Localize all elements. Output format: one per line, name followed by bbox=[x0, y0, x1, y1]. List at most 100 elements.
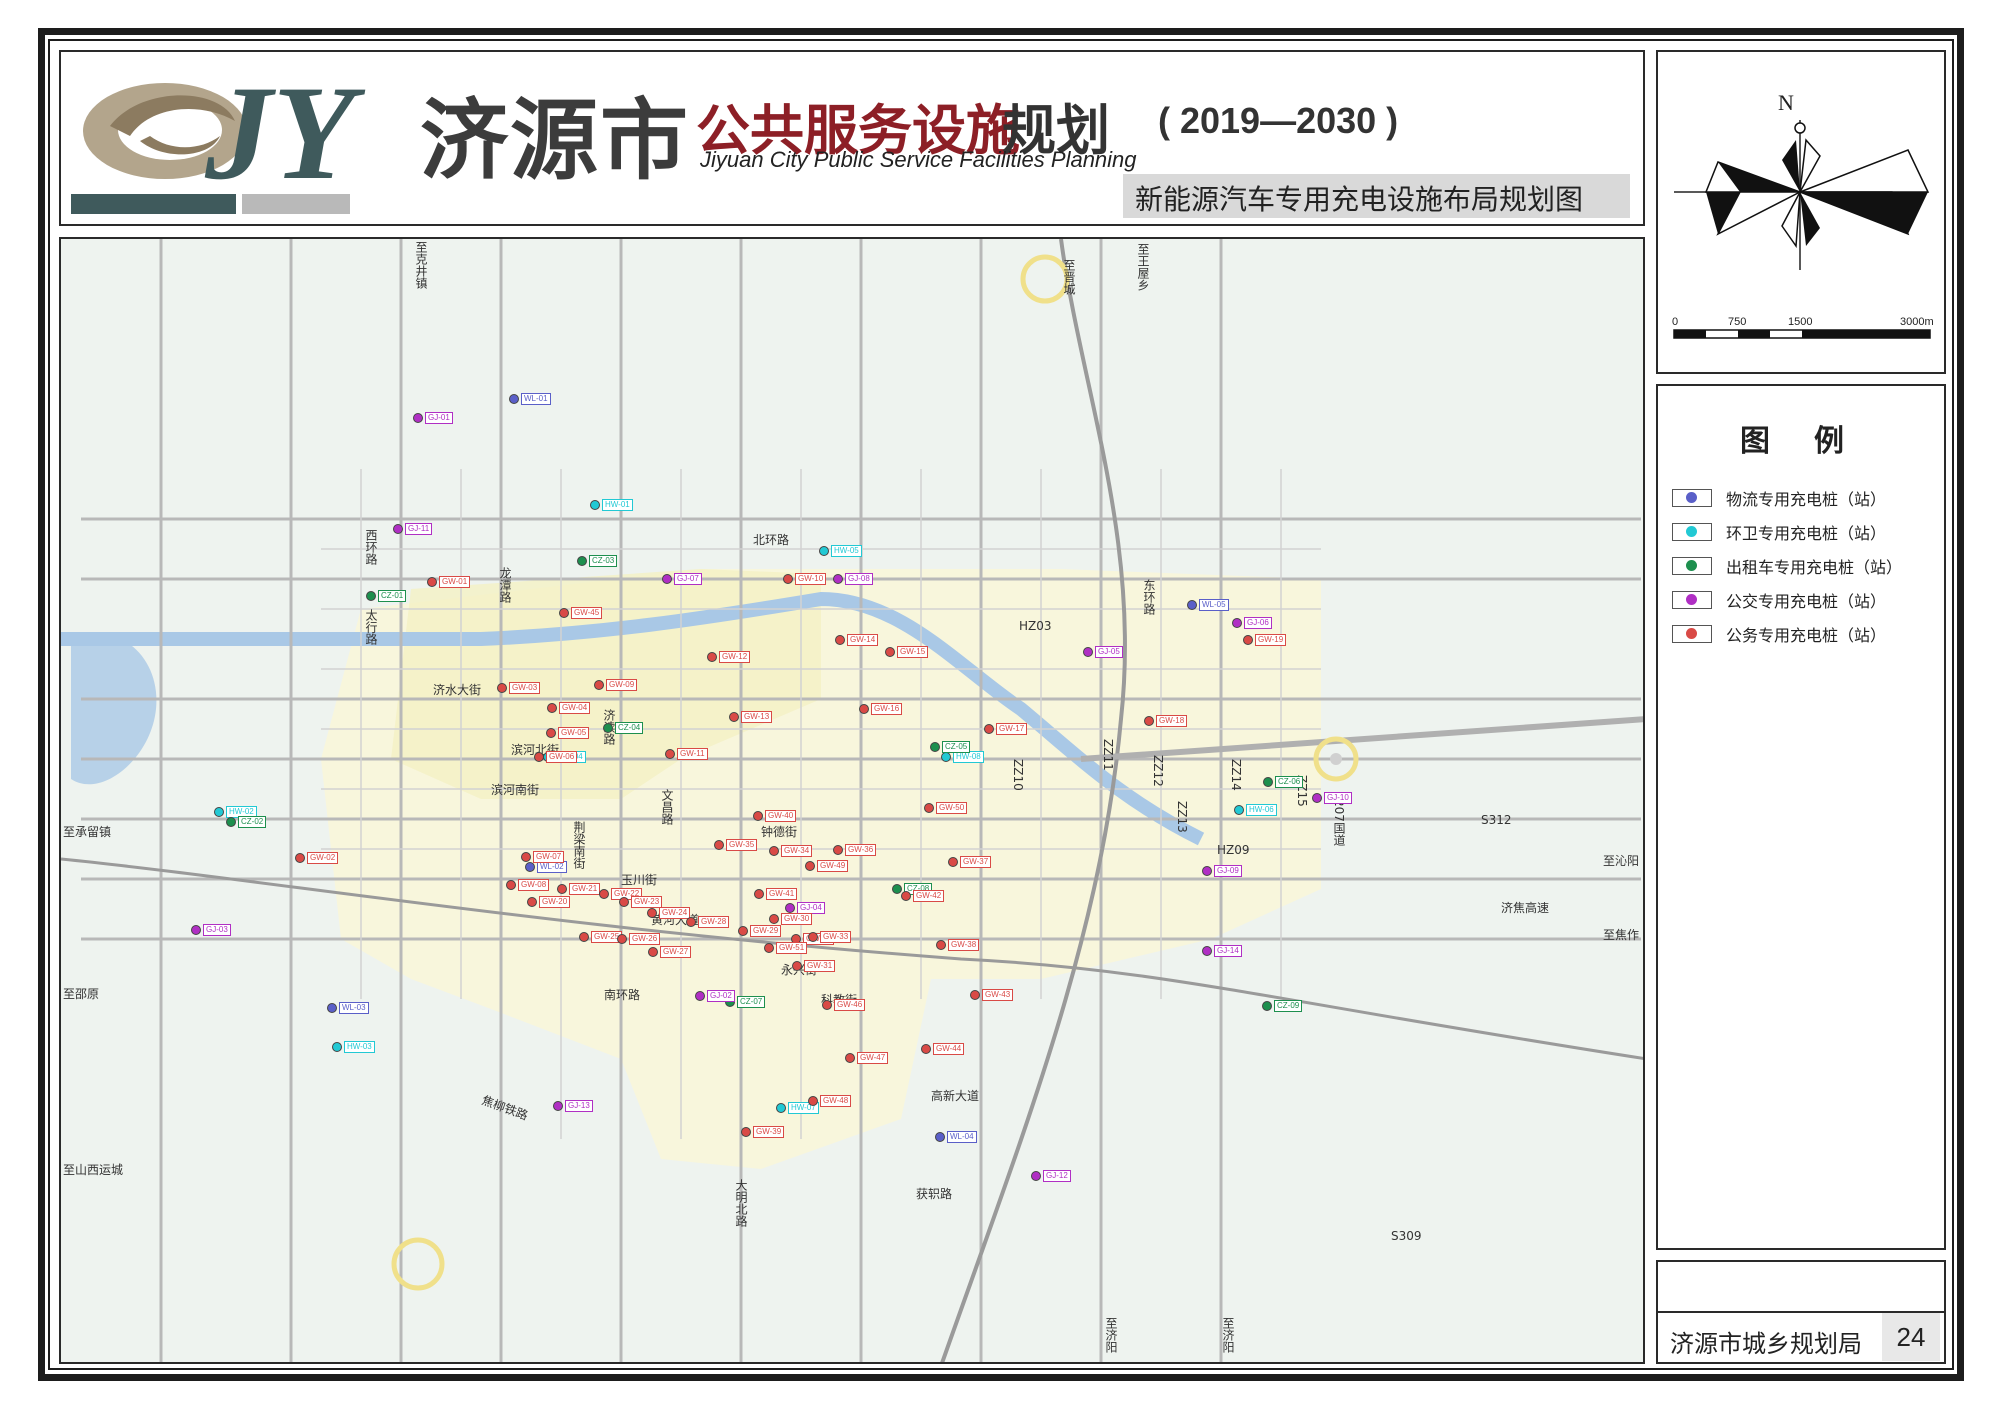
official-station-marker[interactable] bbox=[948, 857, 958, 867]
official-station-marker[interactable] bbox=[295, 853, 305, 863]
bus-station-marker[interactable] bbox=[413, 413, 423, 423]
official-station-marker[interactable] bbox=[547, 703, 557, 713]
official-station-marker[interactable] bbox=[648, 947, 658, 957]
bus-station-marker[interactable] bbox=[1031, 1171, 1041, 1181]
official-station-marker[interactable] bbox=[617, 934, 627, 944]
bus-station-marker[interactable] bbox=[1312, 793, 1322, 803]
official-station-marker[interactable] bbox=[833, 845, 843, 855]
taxi-station-label: CZ-06 bbox=[1275, 776, 1304, 788]
official-station-marker[interactable] bbox=[805, 861, 815, 871]
taxi-station-marker[interactable] bbox=[226, 817, 236, 827]
official-station-marker[interactable] bbox=[619, 897, 629, 907]
official-station-marker[interactable] bbox=[808, 932, 818, 942]
taxi-station-marker[interactable] bbox=[603, 723, 613, 733]
logistics-station-marker[interactable] bbox=[935, 1132, 945, 1142]
official-station-label: GW-41 bbox=[766, 888, 798, 900]
official-station-marker[interactable] bbox=[738, 926, 748, 936]
sanitation-station-marker[interactable] bbox=[1234, 805, 1244, 815]
official-station-marker[interactable] bbox=[559, 608, 569, 618]
bus-station-marker[interactable] bbox=[1083, 647, 1093, 657]
official-station-marker[interactable] bbox=[753, 811, 763, 821]
bus-station-label: GJ-01 bbox=[425, 412, 453, 424]
official-station-marker[interactable] bbox=[665, 749, 675, 759]
official-station-marker[interactable] bbox=[579, 932, 589, 942]
official-station-marker[interactable] bbox=[845, 1053, 855, 1063]
official-station-marker[interactable] bbox=[647, 908, 657, 918]
official-station-marker[interactable] bbox=[506, 880, 516, 890]
official-station-marker[interactable] bbox=[859, 704, 869, 714]
bus-station-marker[interactable] bbox=[1202, 946, 1212, 956]
official-station-marker[interactable] bbox=[714, 840, 724, 850]
official-station-marker[interactable] bbox=[546, 728, 556, 738]
bus-station-marker[interactable] bbox=[662, 574, 672, 584]
official-station-marker[interactable] bbox=[924, 803, 934, 813]
taxi-station-marker[interactable] bbox=[1263, 777, 1273, 787]
bus-station-marker[interactable] bbox=[695, 991, 705, 1001]
official-station-marker[interactable] bbox=[792, 961, 802, 971]
sanitation-station-marker[interactable] bbox=[214, 807, 224, 817]
legend-label-official: 公务专用充电桩（站） bbox=[1726, 626, 1887, 645]
official-station-marker[interactable] bbox=[521, 852, 531, 862]
official-station-label: GW-45 bbox=[571, 607, 603, 619]
official-station-marker[interactable] bbox=[885, 647, 895, 657]
official-station-marker[interactable] bbox=[686, 917, 696, 927]
logistics-station-marker[interactable] bbox=[1187, 600, 1197, 610]
logo-letters: JY bbox=[204, 66, 366, 196]
official-station-marker[interactable] bbox=[783, 574, 793, 584]
official-station-marker[interactable] bbox=[707, 652, 717, 662]
official-station-marker[interactable] bbox=[936, 940, 946, 950]
official-station-marker[interactable] bbox=[808, 1096, 818, 1106]
logistics-station-marker[interactable] bbox=[525, 862, 535, 872]
official-station-label: GW-31 bbox=[804, 960, 836, 972]
official-station-marker[interactable] bbox=[1243, 635, 1253, 645]
bus-station-marker[interactable] bbox=[833, 574, 843, 584]
official-station-marker[interactable] bbox=[835, 635, 845, 645]
official-station-marker[interactable] bbox=[901, 891, 911, 901]
sanitation-station-marker[interactable] bbox=[941, 752, 951, 762]
official-station-label: GW-39 bbox=[753, 1126, 785, 1138]
bus-station-marker[interactable] bbox=[553, 1101, 563, 1111]
official-station-marker[interactable] bbox=[497, 683, 507, 693]
official-station-label: GW-30 bbox=[781, 913, 813, 925]
official-station-label: GW-50 bbox=[936, 802, 968, 814]
official-station-marker[interactable] bbox=[527, 897, 537, 907]
official-station-label: GW-23 bbox=[631, 896, 663, 908]
taxi-station-marker[interactable] bbox=[930, 742, 940, 752]
bus-station-marker[interactable] bbox=[1232, 618, 1242, 628]
logistics-station-marker[interactable] bbox=[509, 394, 519, 404]
official-station-marker[interactable] bbox=[594, 680, 604, 690]
official-station-marker[interactable] bbox=[534, 752, 544, 762]
official-station-marker[interactable] bbox=[769, 846, 779, 856]
bus-station-marker[interactable] bbox=[785, 903, 795, 913]
taxi-station-marker[interactable] bbox=[366, 591, 376, 601]
official-station-label: GW-46 bbox=[834, 999, 866, 1011]
logistics-station-marker[interactable] bbox=[327, 1003, 337, 1013]
official-station-marker[interactable] bbox=[1144, 716, 1154, 726]
bus-station-marker[interactable] bbox=[1202, 866, 1212, 876]
official-station-marker[interactable] bbox=[970, 990, 980, 1000]
bus-station-marker[interactable] bbox=[191, 925, 201, 935]
taxi-station-marker[interactable] bbox=[577, 556, 587, 566]
official-station-label: GW-44 bbox=[933, 1043, 965, 1055]
official-station-marker[interactable] bbox=[984, 724, 994, 734]
sanitation-station-marker[interactable] bbox=[332, 1042, 342, 1052]
legend-item-official: 公务专用充电桩（站） bbox=[1672, 622, 1886, 646]
official-station-marker[interactable] bbox=[427, 577, 437, 587]
official-station-marker[interactable] bbox=[754, 889, 764, 899]
official-station-marker[interactable] bbox=[822, 1000, 832, 1010]
official-station-marker[interactable] bbox=[769, 914, 779, 924]
sanitation-station-marker[interactable] bbox=[776, 1103, 786, 1113]
sanitation-station-marker[interactable] bbox=[590, 500, 600, 510]
map-panel[interactable]: 至克井镇 至晋城 至王屋乡 至承留镇 至沁阳 至焦作 至邵原 至山西运城 至济阳… bbox=[59, 237, 1645, 1364]
taxi-station-marker[interactable] bbox=[892, 884, 902, 894]
sanitation-station-marker[interactable] bbox=[819, 546, 829, 556]
official-station-marker[interactable] bbox=[921, 1044, 931, 1054]
taxi-station-marker[interactable] bbox=[1262, 1001, 1272, 1011]
official-station-marker[interactable] bbox=[557, 884, 567, 894]
official-station-marker[interactable] bbox=[729, 712, 739, 722]
official-station-marker[interactable] bbox=[764, 943, 774, 953]
official-station-marker[interactable] bbox=[599, 889, 609, 899]
legend-dot-taxi bbox=[1686, 560, 1697, 571]
bus-station-marker[interactable] bbox=[393, 524, 403, 534]
official-station-marker[interactable] bbox=[741, 1127, 751, 1137]
